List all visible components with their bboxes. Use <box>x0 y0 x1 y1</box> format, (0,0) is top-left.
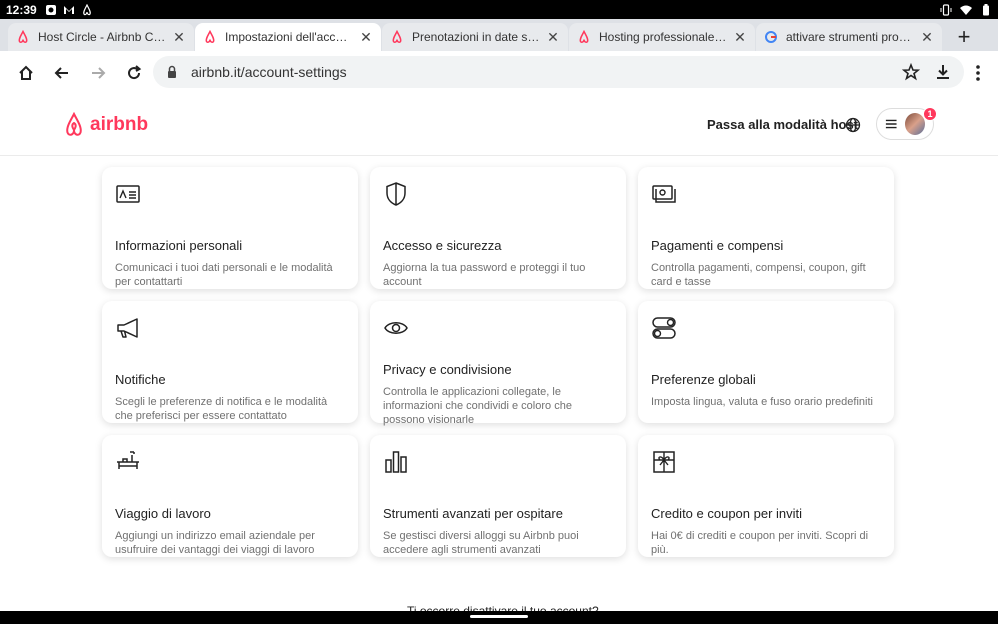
home-icon <box>19 65 33 80</box>
card-title: Preferenze globali <box>651 372 756 387</box>
card-privacy-condivisione[interactable]: Privacy e condivisione Controlla le appl… <box>370 301 626 426</box>
back-arrow-icon <box>54 67 68 79</box>
airbnb-logo-icon <box>390 29 404 44</box>
shield-icon <box>386 182 406 206</box>
card-description: Aggiungi un indirizzo email aziendale pe… <box>115 530 315 556</box>
forward-button[interactable] <box>80 55 116 91</box>
browser-menu-button[interactable] <box>966 59 990 87</box>
browser-toolbar: airbnb.it/account-settings <box>0 51 998 95</box>
close-tab-icon[interactable]: ✕ <box>733 30 747 44</box>
language-button[interactable] <box>845 117 861 133</box>
card-preferenze-globali[interactable]: Preferenze globali Imposta lingua, valut… <box>638 301 894 423</box>
airbnb-logo-icon <box>203 29 217 44</box>
airbnb-logo-icon <box>66 112 82 136</box>
tab-title: attivare strumenti professionali <box>786 30 914 44</box>
card-description: Se gestisci diversi alloggi su Airbnb pu… <box>383 530 579 556</box>
wifi-icon <box>960 4 972 16</box>
tab-prenotazioni[interactable]: Prenotazioni in date specifiche ✕ <box>382 23 568 51</box>
card-description: Scegli le preferenze di notifica e le mo… <box>115 396 328 422</box>
close-tab-icon[interactable]: ✕ <box>920 30 934 44</box>
toggles-icon <box>652 317 676 339</box>
tab-title: Hosting professionale - Impostazioni <box>599 30 727 44</box>
megaphone-icon <box>117 318 138 338</box>
card-description: Aggiorna la tua password e proteggi il t… <box>383 262 586 288</box>
close-tab-icon[interactable]: ✕ <box>546 30 560 44</box>
eye-icon <box>384 322 408 334</box>
status-bar: 12:39 <box>0 0 998 19</box>
home-button[interactable] <box>8 55 44 91</box>
tab-host-circle[interactable]: Host Circle - Airbnb Community ✕ <box>8 23 194 51</box>
gmail-icon <box>63 4 75 16</box>
card-title: Informazioni personali <box>115 238 243 253</box>
tab-title: Impostazioni dell'account - Airbnb <box>225 30 353 44</box>
card-description: Controlla le applicazioni collegate, le … <box>383 386 572 426</box>
card-title: Accesso e sicurezza <box>383 238 502 253</box>
card-description: Imposta lingua, valuta e fuso orario pre… <box>651 396 873 408</box>
tab-account-settings[interactable]: Impostazioni dell'account - Airbnb ✕ <box>195 23 381 51</box>
close-tab-icon[interactable]: ✕ <box>359 30 373 44</box>
hamburger-menu-icon <box>885 119 897 129</box>
download-icon[interactable] <box>934 63 952 81</box>
more-vert-icon <box>976 65 980 81</box>
switch-to-host-link[interactable]: Passa alla modalità host <box>707 117 858 132</box>
card-credito-coupon[interactable]: Credito e coupon per inviti Hai 0€ di cr… <box>638 435 894 557</box>
card-accesso-sicurezza[interactable]: Accesso e sicurezza Aggiorna la tua pass… <box>370 167 626 289</box>
reload-icon <box>128 65 142 80</box>
card-title: Strumenti avanzati per ospitare <box>383 506 563 521</box>
card-title: Privacy e condivisione <box>383 362 512 377</box>
card-pagamenti-compensi[interactable]: Pagamenti e compensi Controlla pagamenti… <box>638 167 894 289</box>
new-tab-button[interactable]: + <box>949 23 979 51</box>
notification-icon <box>45 4 57 16</box>
lock-icon <box>165 65 179 79</box>
airbnb-notification-icon <box>81 3 93 16</box>
card-description: Comunicaci i tuoi dati personali e le mo… <box>115 262 333 288</box>
tab-strip: Host Circle - Airbnb Community ✕ Imposta… <box>0 19 998 51</box>
card-strumenti-avanzati[interactable]: Strumenti avanzati per ospitare Se gesti… <box>370 435 626 557</box>
url-text: airbnb.it/account-settings <box>191 64 347 80</box>
tab-title: Host Circle - Airbnb Community <box>38 30 166 44</box>
briefcase-desk-icon <box>117 451 139 469</box>
address-bar[interactable]: airbnb.it/account-settings <box>153 56 964 88</box>
card-description: Hai 0€ di crediti e coupon per inviti. S… <box>651 530 869 556</box>
reload-button[interactable] <box>116 55 152 91</box>
back-button[interactable] <box>44 55 80 91</box>
vibrate-icon <box>940 3 952 16</box>
google-logo-icon <box>764 30 778 44</box>
card-description: Controlla pagamenti, compensi, coupon, g… <box>651 262 866 288</box>
payments-icon <box>652 185 676 203</box>
logo-text: airbnb <box>90 114 149 135</box>
bar-chart-icon <box>385 451 407 473</box>
battery-icon <box>980 3 992 16</box>
close-tab-icon[interactable]: ✕ <box>172 30 186 44</box>
gesture-handle[interactable] <box>470 615 528 618</box>
avatar <box>905 113 925 135</box>
card-notifiche[interactable]: Notifiche Scegli le preferenze di notifi… <box>102 301 358 423</box>
settings-grid: Informazioni personali Comunicaci i tuoi… <box>102 167 896 557</box>
site-header: airbnb Passa alla modalità host <box>0 95 998 156</box>
card-title: Pagamenti e compensi <box>651 238 784 253</box>
id-card-icon <box>116 185 140 203</box>
tab-google-search[interactable]: attivare strumenti professionali ✕ <box>756 23 942 51</box>
status-time: 12:39 <box>6 2 37 17</box>
tab-hosting-professionale[interactable]: Hosting professionale - Impostazioni ✕ <box>569 23 755 51</box>
gift-icon <box>653 451 675 473</box>
card-title: Credito e coupon per inviti <box>651 506 803 521</box>
notification-badge: 1 <box>923 107 937 121</box>
card-title: Viaggio di lavoro <box>115 506 211 521</box>
airbnb-logo[interactable]: airbnb <box>62 112 148 138</box>
forward-arrow-icon <box>92 67 106 79</box>
globe-icon <box>845 117 861 133</box>
tab-title: Prenotazioni in date specifiche <box>412 30 540 44</box>
card-informazioni-personali[interactable]: Informazioni personali Comunicaci i tuoi… <box>102 167 358 289</box>
bookmark-star-icon[interactable] <box>902 63 920 81</box>
card-title: Notifiche <box>115 372 166 387</box>
card-viaggio-di-lavoro[interactable]: Viaggio di lavoro Aggiungi un indirizzo … <box>102 435 358 557</box>
airbnb-logo-icon <box>16 29 30 44</box>
airbnb-logo-icon <box>577 29 591 44</box>
